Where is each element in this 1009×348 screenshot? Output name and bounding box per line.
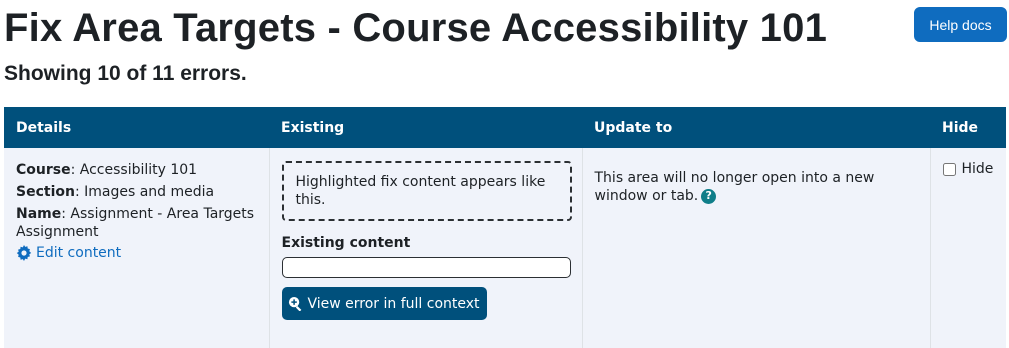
gear-icon [16,245,32,261]
update-text: This area will no longer open into a new… [594,170,875,204]
existing-content-field[interactable] [281,257,571,278]
section-detail: Section: Images and media [16,183,257,201]
view-error-button[interactable]: View error in full context [281,287,487,320]
column-header-hide: Hide [930,107,1006,148]
course-value: : Accessibility 101 [70,162,198,178]
view-error-label: View error in full context [307,295,480,312]
column-header-update: Update to [582,107,930,148]
fix-preview-box: Highlighted fix content appears like thi… [281,161,572,221]
details-cell: Course: Accessibility 101 Section: Image… [4,148,269,348]
existing-cell: Highlighted fix content appears like thi… [268,148,582,348]
update-description: This area will no longer open into a new… [595,169,918,205]
edit-content-link[interactable]: Edit content [16,245,257,261]
name-detail: Name: Assignment - Area Targets Assignme… [16,205,257,241]
section-value: : Images and media [74,184,215,200]
hide-checkbox[interactable] [942,162,956,176]
course-label: Course [16,162,71,178]
name-label: Name [16,206,62,222]
error-summary: Showing 10 of 11 errors. [4,62,247,85]
existing-content-label: Existing content [281,235,411,251]
table-row: Course: Accessibility 101 Section: Image… [4,148,1006,348]
page-title: Fix Area Targets - Course Accessibility … [4,6,828,50]
course-detail: Course: Accessibility 101 [16,161,257,179]
update-cell: This area will no longer open into a new… [581,148,930,348]
hide-toggle[interactable]: Hide [942,161,995,177]
table-header-row: Details Existing Update to Hide [4,107,1006,148]
errors-table: Details Existing Update to Hide Course: … [4,107,1006,348]
help-icon[interactable]: ? [701,188,717,204]
magnify-plus-icon [289,296,302,311]
column-header-details: Details [4,107,269,148]
section-label: Section [16,184,75,200]
help-docs-button[interactable]: Help docs [914,7,1007,42]
column-header-existing: Existing [269,107,582,148]
hide-cell: Hide [929,148,1006,348]
hide-label: Hide [961,161,994,177]
edit-content-label: Edit content [36,245,122,261]
